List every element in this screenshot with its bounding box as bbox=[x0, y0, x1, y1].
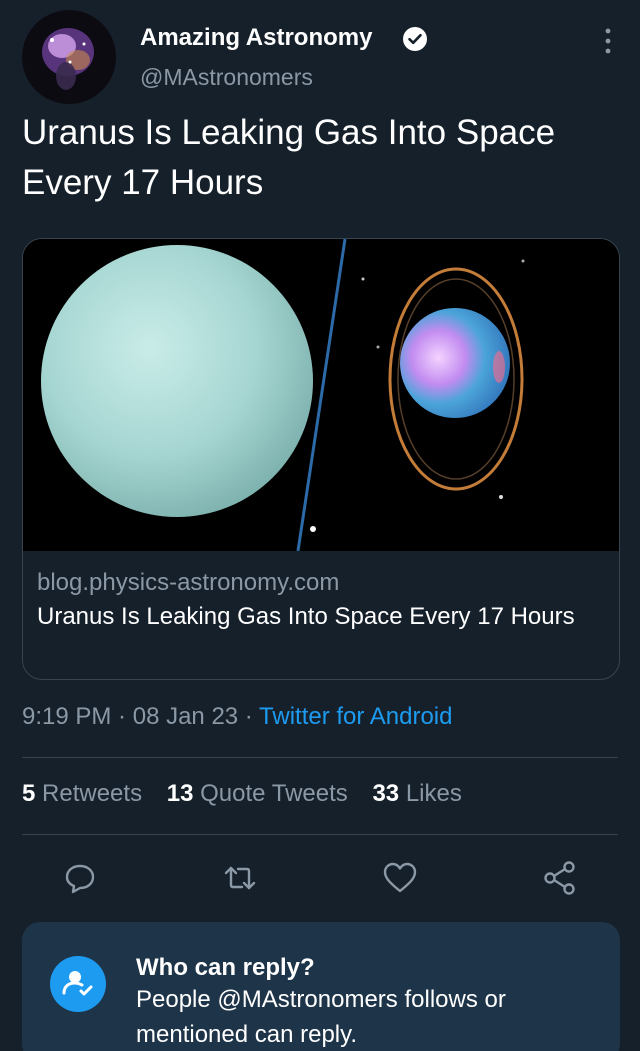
user-check-icon bbox=[50, 956, 106, 1012]
divider bbox=[22, 834, 618, 835]
reply-icon[interactable] bbox=[60, 858, 100, 898]
meta-separator: · bbox=[238, 703, 260, 730]
verified-badge-icon bbox=[402, 26, 428, 52]
reply-settings-title: Who can reply? bbox=[136, 954, 315, 981]
avatar[interactable] bbox=[22, 10, 116, 104]
tweet-text: Uranus Is Leaking Gas Into Space Every 1… bbox=[22, 113, 556, 202]
tweet-stats: 5 Retweets 13 Quote Tweets 33 Likes bbox=[22, 780, 480, 808]
likes-stat[interactable]: 33 Likes bbox=[372, 780, 461, 807]
tweet-header: Amazing Astronomy @MAstronomers bbox=[22, 10, 622, 104]
tweet-detail-page: Amazing Astronomy @MAstronomers Uranus I… bbox=[0, 0, 640, 1051]
divider bbox=[22, 757, 618, 758]
more-options-icon[interactable] bbox=[600, 26, 616, 56]
likes-count: 33 bbox=[372, 780, 400, 807]
tweet-time[interactable]: 9:19 PM bbox=[22, 703, 111, 730]
tweet-actions bbox=[0, 858, 640, 902]
quotes-stat[interactable]: 13 Quote Tweets bbox=[167, 780, 348, 807]
author-display-name[interactable]: Amazing Astronomy bbox=[140, 24, 372, 52]
author-handle[interactable]: @MAstronomers bbox=[140, 64, 313, 91]
retweet-icon[interactable] bbox=[220, 858, 260, 898]
reply-settings-description: People @MAstronomers follows or mentione… bbox=[136, 986, 506, 1048]
link-preview-card[interactable]: blog.physics-astronomy.com Uranus Is Lea… bbox=[22, 238, 620, 680]
card-image bbox=[23, 239, 619, 551]
like-icon[interactable] bbox=[380, 858, 420, 898]
quotes-count: 13 bbox=[166, 780, 194, 807]
quotes-label: Quote Tweets bbox=[200, 780, 348, 807]
meta-separator: · bbox=[111, 703, 133, 730]
tweet-meta: 9:19 PM · 08 Jan 23 · Twitter for Androi… bbox=[22, 703, 452, 731]
retweets-count: 5 bbox=[22, 780, 36, 807]
who-can-reply-box: Who can reply? People @MAstronomers foll… bbox=[22, 922, 620, 1051]
retweets-stat[interactable]: 5 Retweets bbox=[22, 780, 142, 807]
card-domain: blog.physics-astronomy.com bbox=[37, 569, 340, 596]
likes-label: Likes bbox=[405, 780, 462, 807]
card-title: Uranus Is Leaking Gas Into Space Every 1… bbox=[37, 603, 575, 630]
share-icon[interactable] bbox=[540, 858, 580, 898]
retweets-label: Retweets bbox=[42, 780, 143, 807]
tweet-source-link[interactable]: Twitter for Android bbox=[259, 703, 452, 730]
tweet-date[interactable]: 08 Jan 23 bbox=[133, 703, 238, 730]
